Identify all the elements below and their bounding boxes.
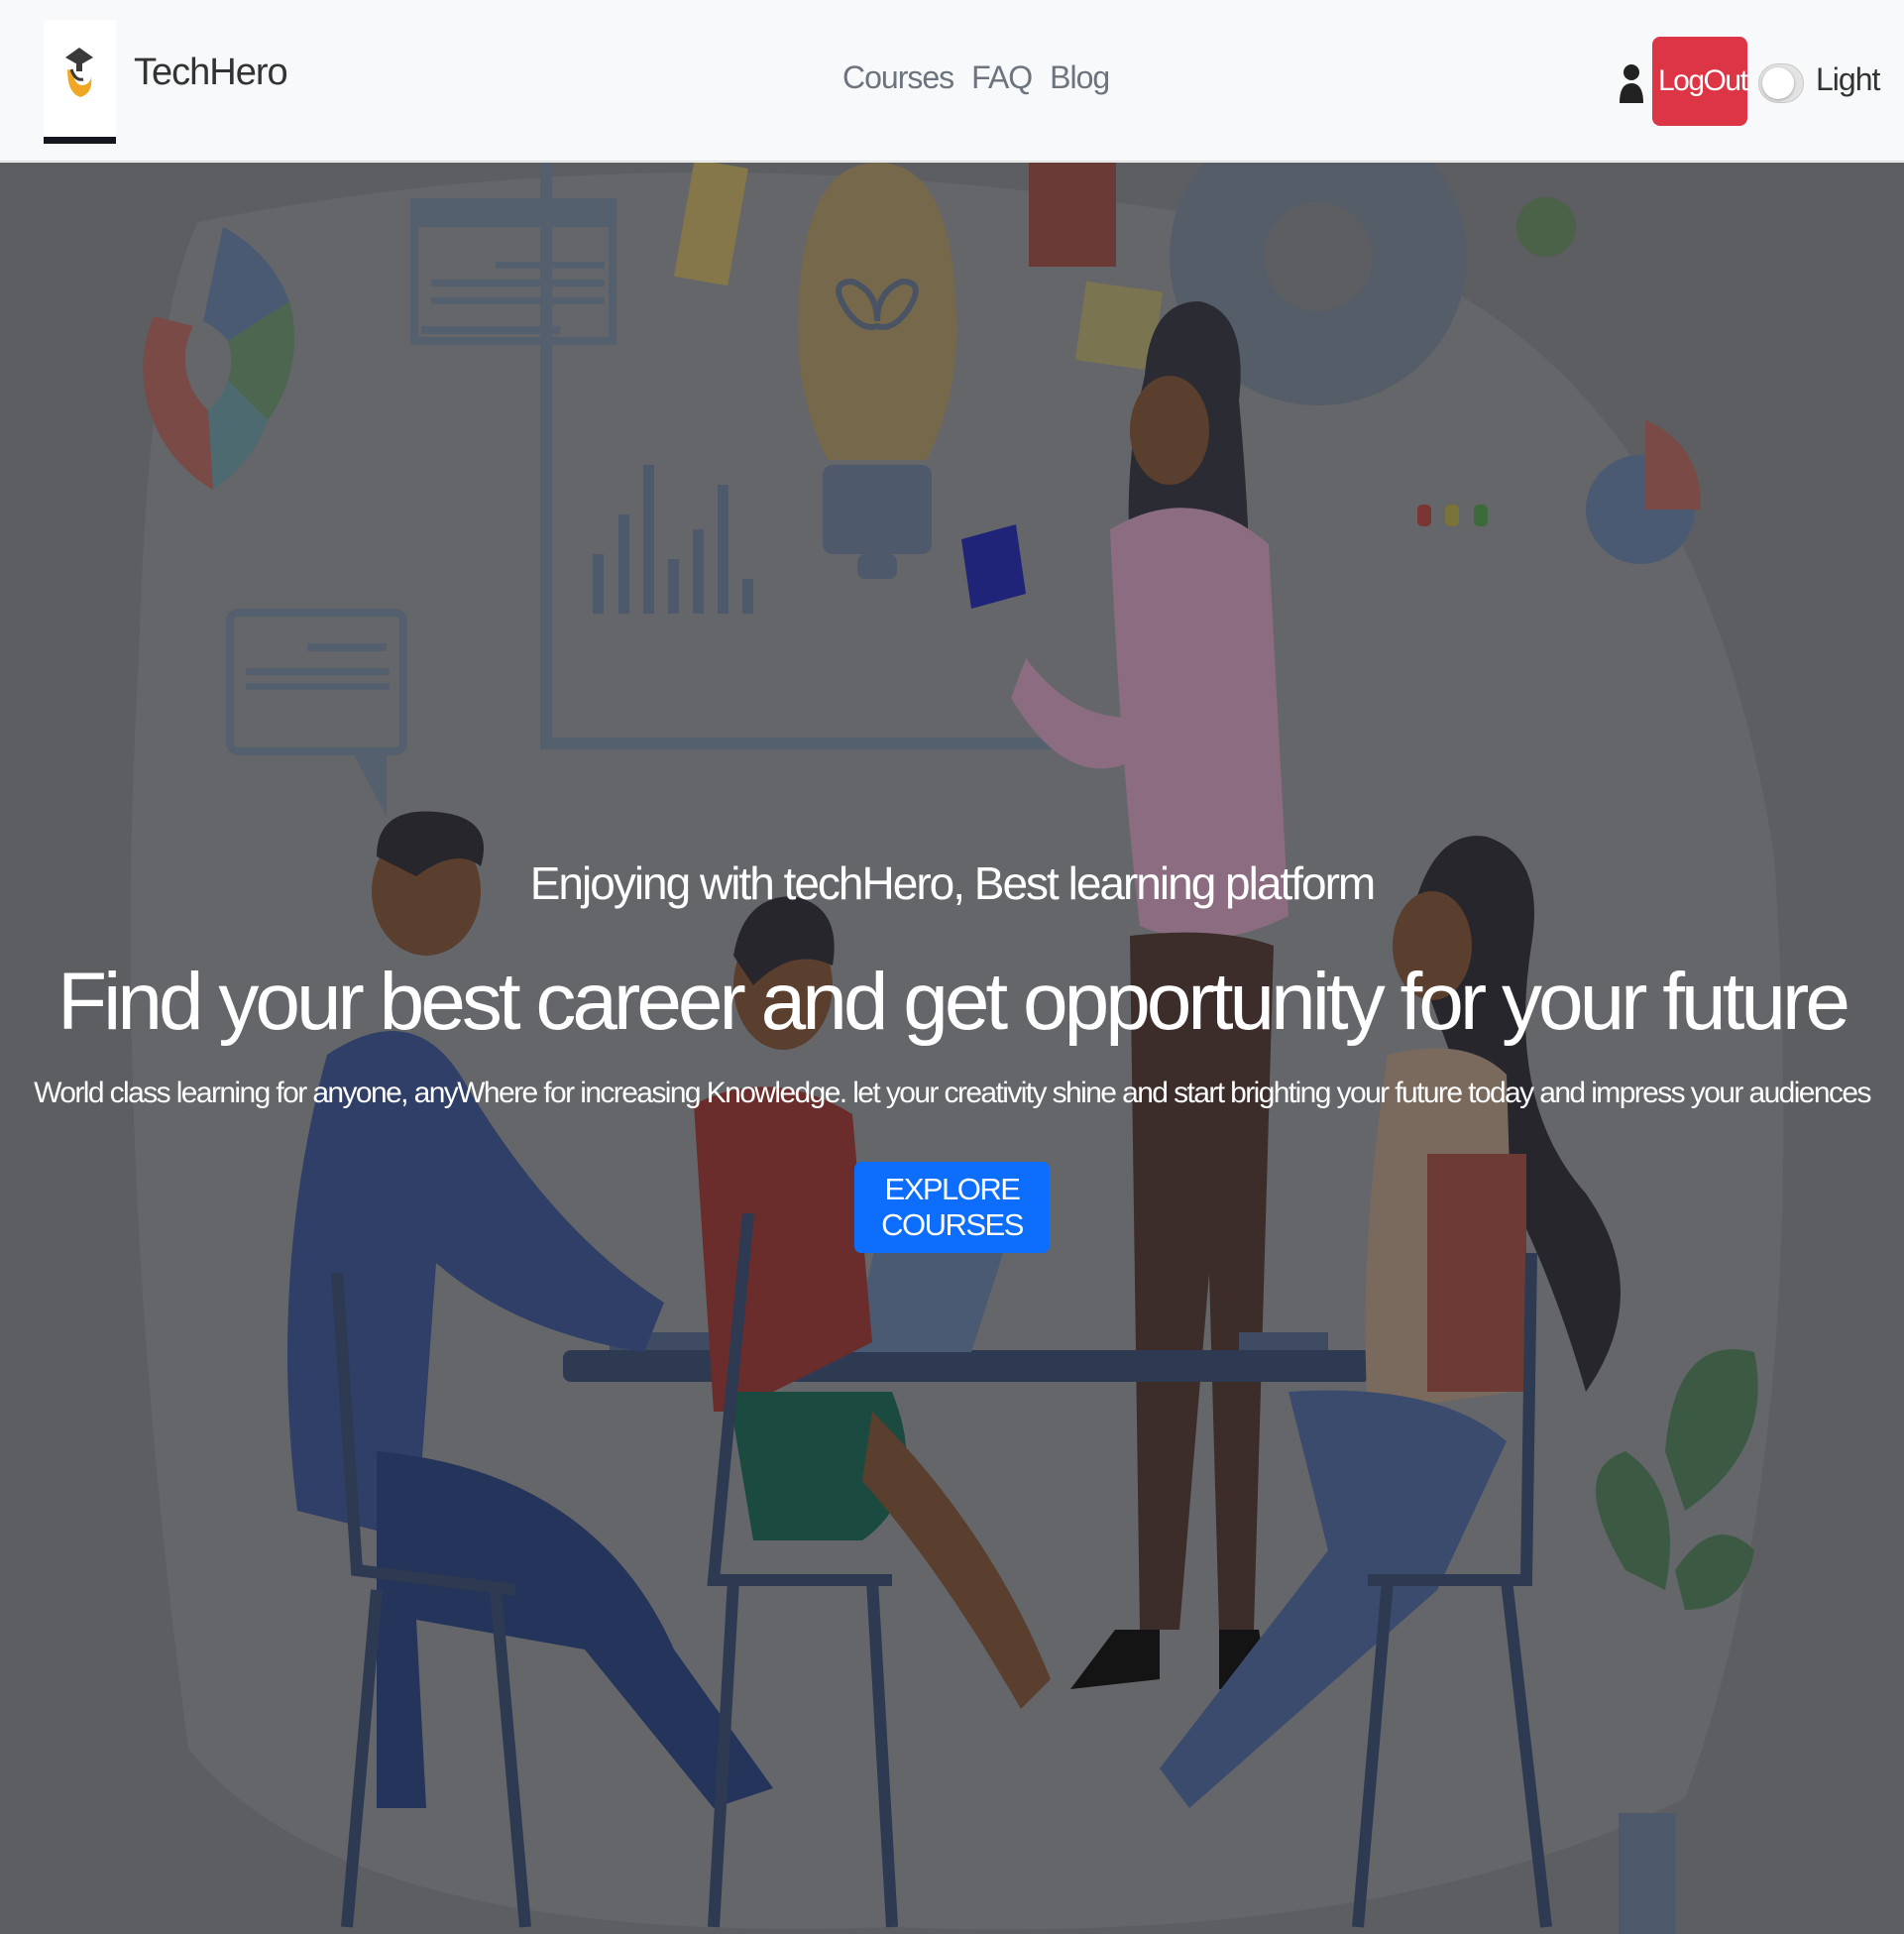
hero-section: Enjoying with techHero, Best learning pl… (0, 163, 1904, 1934)
nav-link-courses[interactable]: Courses (842, 59, 954, 96)
brand-logo[interactable] (44, 20, 116, 144)
explore-courses-button[interactable]: EXPLORE COURSES (854, 1162, 1050, 1253)
hero-description: World class learning for anyone, anyWher… (34, 1077, 1871, 1109)
brand-name[interactable]: TechHero (134, 52, 288, 94)
hero-subtitle: Enjoying with techHero, Best learning pl… (529, 857, 1376, 909)
nav-links: Courses FAQ Blog (842, 59, 1110, 96)
theme-label: Light (1816, 61, 1880, 97)
toggle-knob (1762, 67, 1794, 99)
hero-title: Find your best career and get opportunit… (57, 957, 1850, 1047)
graduation-cap-icon (65, 48, 93, 97)
theme-toggle[interactable] (1758, 63, 1804, 103)
nav-link-blog[interactable]: Blog (1050, 59, 1110, 96)
logout-button[interactable]: LogOut (1652, 37, 1748, 126)
navbar: TechHero Courses FAQ Blog LogOut Light (0, 0, 1904, 162)
user-icon[interactable] (1618, 61, 1645, 105)
nav-link-faq[interactable]: FAQ (971, 59, 1033, 96)
